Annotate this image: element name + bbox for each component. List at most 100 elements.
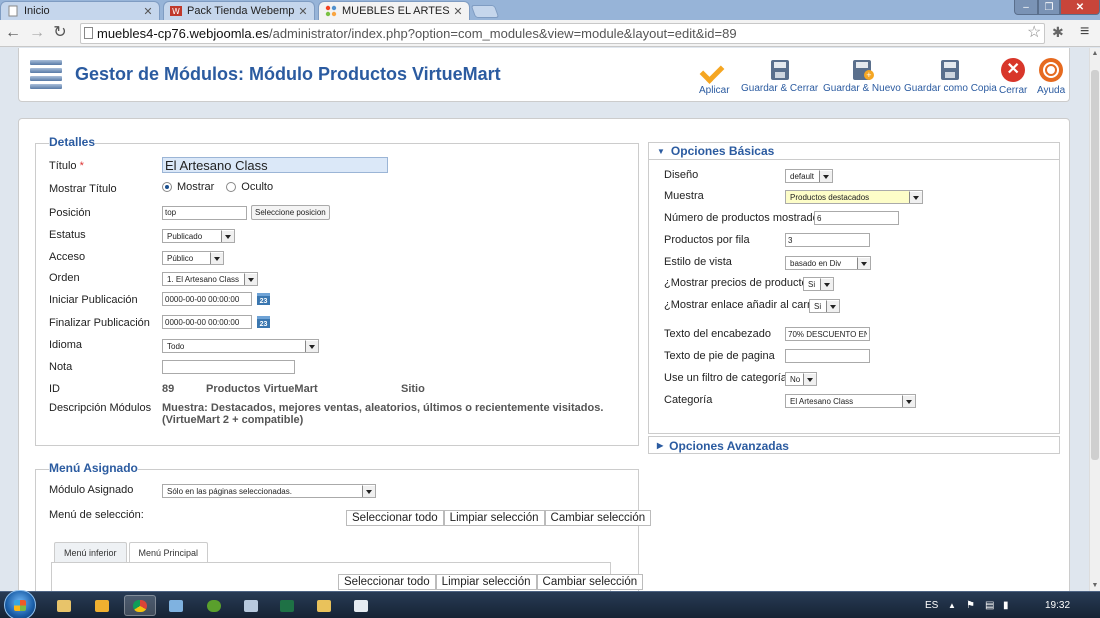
reload-icon[interactable]: ↻ <box>51 23 69 43</box>
tray-arrow-icon[interactable]: ▲ <box>948 592 956 618</box>
media-taskbar-button[interactable] <box>86 595 118 616</box>
apply-label: Aplicar <box>699 85 730 96</box>
tray-language[interactable]: ES <box>925 592 938 618</box>
clear-selection-button[interactable]: Limpiar selección <box>443 510 545 526</box>
chevron-down-icon <box>803 373 816 385</box>
help-lifebuoy-icon <box>1039 58 1064 82</box>
app-taskbar-button[interactable] <box>160 595 192 616</box>
access-select[interactable]: Público <box>162 251 224 265</box>
menu-assignment-legend: Menú Asignado <box>49 461 138 475</box>
language-select[interactable]: Todo <box>162 339 319 353</box>
maximize-button[interactable]: ❐ <box>1038 0 1060 15</box>
tray-flag-icon[interactable]: ⚑ <box>966 592 975 618</box>
tab-main-menu[interactable]: Menú Principal <box>128 542 209 563</box>
browser-tab-strip: Inicio ✕ W Pack Tienda Webempresa ✕ MUEB… <box>0 0 1100 20</box>
layout-row: Diseño default <box>664 167 833 183</box>
show-cart-link-select[interactable]: Si <box>809 299 840 313</box>
position-input[interactable] <box>162 205 247 220</box>
new-tab-button[interactable] <box>470 5 500 18</box>
footer-text-input[interactable] <box>785 349 870 363</box>
tab-title: Pack Tienda Webempresa <box>187 5 295 17</box>
extension-icon[interactable]: ✱ <box>1052 24 1064 41</box>
products-per-row-input[interactable] <box>785 233 870 247</box>
chevron-down-icon <box>210 252 223 264</box>
tab-pack-tienda[interactable]: W Pack Tienda Webempresa ✕ <box>163 1 315 20</box>
advanced-options-toggle[interactable]: ▶ Opciones Avanzadas <box>649 437 1059 454</box>
show-radio[interactable]: Mostrar <box>162 181 214 193</box>
title-input[interactable] <box>162 157 388 173</box>
webempresa-icon: W <box>170 6 182 16</box>
close-icon[interactable]: ✕ <box>298 5 308 18</box>
layout-select[interactable]: default <box>785 169 833 183</box>
minimize-button[interactable]: – <box>1014 0 1038 15</box>
note-input[interactable] <box>162 360 295 374</box>
notepad-taskbar-button[interactable] <box>345 595 377 616</box>
view-style-select[interactable]: basado en Div <box>785 256 871 270</box>
category-select[interactable]: El Artesano Class <box>785 394 916 408</box>
tab-inicio[interactable]: Inicio ✕ <box>0 1 160 20</box>
tab-footer-menu[interactable]: Menú inferior <box>54 542 127 562</box>
apply-button[interactable]: Aplicar <box>699 58 730 96</box>
description-line-2: (VirtueMart 2 + compatible) <box>162 414 304 426</box>
explorer-taskbar-button[interactable] <box>48 595 80 616</box>
start-button[interactable] <box>4 590 36 618</box>
select-all-button[interactable]: Seleccionar todo <box>346 510 444 526</box>
chrome-taskbar-button[interactable] <box>124 595 156 616</box>
utorrent-taskbar-button[interactable] <box>198 595 230 616</box>
toggle-selection-button[interactable]: Cambiar selección <box>544 510 652 526</box>
calendar-icon[interactable]: 23 <box>257 293 270 305</box>
select-all-button[interactable]: Seleccionar todo <box>338 574 436 590</box>
order-select[interactable]: 1. El Artesano Class <box>162 272 258 286</box>
calendar-icon[interactable]: 23 <box>257 316 270 328</box>
scrollbar-thumb[interactable] <box>1091 70 1099 460</box>
show-type-select[interactable]: Productos destacados <box>785 190 923 204</box>
save-copy-button[interactable]: Guardar como Copia <box>904 58 997 94</box>
vertical-scrollbar[interactable]: ▲ ▼ <box>1089 48 1100 591</box>
tray-device-icon[interactable]: ▤ <box>985 592 994 618</box>
menu-icon[interactable]: ≡ <box>1080 23 1089 41</box>
header-text-input[interactable] <box>785 327 870 341</box>
module-assignment-select[interactable]: Sólo en las páginas seleccionadas. <box>162 484 376 498</box>
save-close-button[interactable]: Guardar & Cerrar <box>741 58 818 94</box>
address-bar[interactable]: muebles4-cp76.webjoomla.es/administrator… <box>80 23 1045 44</box>
start-publishing-input[interactable] <box>162 292 252 306</box>
hide-radio[interactable]: Oculto <box>226 181 273 193</box>
chevron-down-icon <box>305 340 318 352</box>
tray-clock[interactable]: 19:32 <box>1045 592 1070 618</box>
menu-assignment-fieldset: Menú Asignado Módulo Asignado Sólo en la… <box>35 461 652 591</box>
status-select[interactable]: Publicado <box>162 229 235 243</box>
page-icon <box>8 5 18 17</box>
help-button[interactable]: Ayuda <box>1037 58 1065 96</box>
product-count-input[interactable] <box>814 211 899 225</box>
tray-signal-icon[interactable]: ▮ <box>1003 592 1009 618</box>
tab-muebles[interactable]: MUEBLES EL ARTESANO - ✕ <box>318 1 470 20</box>
bookmark-star-icon[interactable]: ☆ <box>1027 22 1041 42</box>
back-arrow-icon[interactable]: ← <box>4 23 22 43</box>
basic-options-toggle[interactable]: ▼ Opciones Básicas <box>649 143 1059 160</box>
chevron-down-icon <box>221 230 234 242</box>
clear-selection-button[interactable]: Limpiar selección <box>435 574 537 590</box>
close-icon[interactable]: ✕ <box>453 5 463 18</box>
select-position-button[interactable]: Seleccione posicion <box>251 205 330 220</box>
close-icon[interactable]: ✕ <box>143 5 153 18</box>
mail-taskbar-button[interactable] <box>308 595 340 616</box>
show-prices-select[interactable]: Si <box>803 277 834 291</box>
window-taskbar-button[interactable] <box>235 595 267 616</box>
finish-publishing-input[interactable] <box>162 315 252 329</box>
excel-taskbar-button[interactable] <box>271 595 303 616</box>
chevron-down-icon <box>909 191 922 203</box>
show-cart-link-row: ¿Mostrar enlace añadir al carro? Si <box>664 297 840 313</box>
category-filter-select[interactable]: No <box>785 372 817 386</box>
description-row: Descripción Módulos Muestra: Destacados,… <box>49 402 619 432</box>
scroll-down-icon[interactable]: ▼ <box>1090 582 1100 589</box>
scroll-up-icon[interactable]: ▲ <box>1090 50 1100 57</box>
forward-arrow-icon[interactable]: → <box>28 23 46 43</box>
save-new-button[interactable]: Guardar & Nuevo <box>823 58 901 94</box>
window-close-button[interactable]: ✕ <box>1060 0 1100 15</box>
category-filter-row: Use un filtro de categoría No <box>664 370 817 386</box>
show-prices-row: ¿Mostrar precios de producto? Si <box>664 275 834 291</box>
view-style-label: Estilo de vista <box>664 256 732 268</box>
url-host: muebles4-cp76.webjoomla.es <box>97 26 269 41</box>
toggle-selection-button[interactable]: Cambiar selección <box>536 574 644 590</box>
close-button[interactable]: ✕ Cerrar <box>999 58 1027 96</box>
